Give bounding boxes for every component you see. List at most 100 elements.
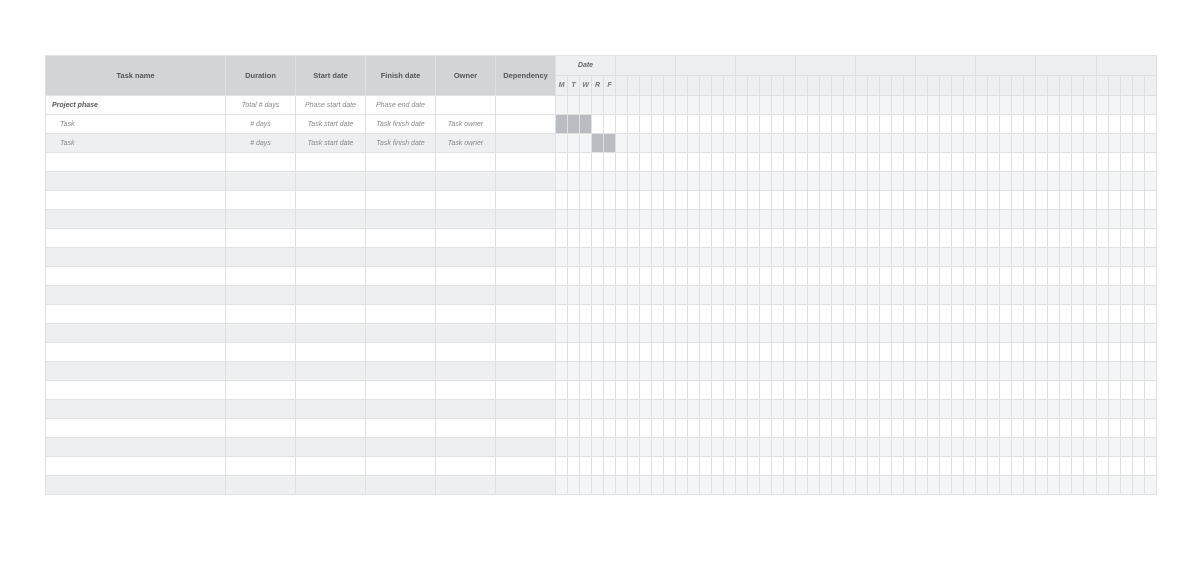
timeline-cell[interactable] [652, 172, 664, 191]
timeline-cell[interactable] [1108, 229, 1120, 248]
timeline-cell[interactable] [640, 438, 652, 457]
timeline-cell[interactable] [736, 419, 748, 438]
timeline-cell[interactable] [1084, 191, 1096, 210]
timeline-cell[interactable] [664, 438, 676, 457]
timeline-cell[interactable] [868, 381, 880, 400]
timeline-cell[interactable] [1072, 96, 1084, 115]
timeline-cell[interactable] [928, 210, 940, 229]
timeline-cell[interactable] [832, 191, 844, 210]
timeline-cell[interactable] [1036, 362, 1048, 381]
timeline-cell[interactable] [856, 267, 868, 286]
timeline-cell[interactable] [580, 343, 592, 362]
timeline-cell[interactable] [712, 362, 724, 381]
timeline-cell[interactable] [820, 381, 832, 400]
timeline-cell[interactable] [736, 134, 748, 153]
timeline-cell[interactable] [652, 419, 664, 438]
cell-finish[interactable] [366, 476, 436, 495]
timeline-cell[interactable] [1120, 457, 1132, 476]
cell-start[interactable] [296, 438, 366, 457]
cell-duration[interactable] [226, 248, 296, 267]
timeline-cell[interactable] [1084, 153, 1096, 172]
timeline-cell[interactable] [796, 362, 808, 381]
timeline-cell[interactable] [1060, 229, 1072, 248]
timeline-cell[interactable] [724, 210, 736, 229]
timeline-cell[interactable] [1036, 115, 1048, 134]
timeline-cell[interactable] [832, 457, 844, 476]
timeline-cell[interactable] [1048, 324, 1060, 343]
timeline-cell[interactable] [736, 343, 748, 362]
timeline-cell[interactable] [676, 381, 688, 400]
cell-name[interactable] [46, 400, 226, 419]
timeline-cell[interactable] [736, 438, 748, 457]
timeline-cell[interactable] [592, 324, 604, 343]
timeline-cell[interactable] [580, 229, 592, 248]
timeline-cell[interactable] [568, 324, 580, 343]
timeline-cell[interactable] [664, 324, 676, 343]
timeline-cell[interactable] [664, 457, 676, 476]
cell-start[interactable] [296, 419, 366, 438]
timeline-cell[interactable] [1120, 362, 1132, 381]
timeline-cell[interactable] [676, 400, 688, 419]
timeline-cell[interactable] [928, 96, 940, 115]
timeline-cell[interactable] [952, 286, 964, 305]
cell-owner[interactable] [436, 343, 496, 362]
timeline-cell[interactable] [652, 324, 664, 343]
timeline-cell[interactable] [724, 438, 736, 457]
timeline-cell[interactable] [844, 96, 856, 115]
timeline-cell[interactable] [808, 248, 820, 267]
timeline-cell[interactable] [832, 476, 844, 495]
cell-dependency[interactable] [496, 191, 556, 210]
timeline-cell[interactable] [856, 305, 868, 324]
timeline-cell[interactable] [1060, 286, 1072, 305]
timeline-cell[interactable] [604, 305, 616, 324]
timeline-cell[interactable] [1108, 457, 1120, 476]
timeline-cell[interactable] [688, 96, 700, 115]
timeline-cell[interactable] [712, 286, 724, 305]
timeline-cell[interactable] [820, 362, 832, 381]
timeline-cell[interactable] [976, 343, 988, 362]
timeline-cell[interactable] [1000, 381, 1012, 400]
timeline-cell[interactable] [724, 324, 736, 343]
timeline-cell[interactable] [736, 381, 748, 400]
timeline-cell[interactable] [952, 343, 964, 362]
timeline-cell[interactable] [916, 153, 928, 172]
timeline-cell[interactable] [1048, 343, 1060, 362]
timeline-cell[interactable] [604, 400, 616, 419]
timeline-cell[interactable] [592, 438, 604, 457]
timeline-cell[interactable] [976, 362, 988, 381]
timeline-cell[interactable] [988, 191, 1000, 210]
timeline-cell[interactable] [772, 305, 784, 324]
timeline-cell[interactable] [964, 134, 976, 153]
timeline-cell[interactable] [1096, 248, 1108, 267]
timeline-cell[interactable] [820, 267, 832, 286]
timeline-cell[interactable] [856, 400, 868, 419]
timeline-cell[interactable] [928, 248, 940, 267]
timeline-cell[interactable] [1096, 476, 1108, 495]
timeline-cell[interactable] [1108, 115, 1120, 134]
timeline-cell[interactable] [688, 248, 700, 267]
timeline-cell[interactable] [928, 229, 940, 248]
timeline-cell[interactable] [892, 362, 904, 381]
timeline-cell[interactable] [616, 96, 628, 115]
timeline-cell[interactable] [712, 210, 724, 229]
timeline-cell[interactable] [712, 248, 724, 267]
timeline-cell[interactable] [808, 343, 820, 362]
timeline-cell[interactable] [640, 153, 652, 172]
timeline-cell[interactable] [616, 476, 628, 495]
timeline-cell[interactable] [592, 419, 604, 438]
timeline-cell[interactable] [832, 267, 844, 286]
timeline-cell[interactable] [616, 267, 628, 286]
timeline-cell[interactable] [808, 305, 820, 324]
timeline-cell[interactable] [664, 153, 676, 172]
timeline-cell[interactable] [952, 248, 964, 267]
timeline-cell[interactable] [724, 305, 736, 324]
timeline-cell[interactable] [760, 286, 772, 305]
timeline-cell[interactable] [928, 172, 940, 191]
timeline-cell[interactable] [736, 457, 748, 476]
timeline-cell[interactable] [700, 248, 712, 267]
timeline-cell[interactable] [964, 115, 976, 134]
timeline-cell[interactable] [604, 96, 616, 115]
timeline-cell[interactable] [556, 343, 568, 362]
timeline-cell[interactable] [580, 172, 592, 191]
cell-owner[interactable] [436, 267, 496, 286]
